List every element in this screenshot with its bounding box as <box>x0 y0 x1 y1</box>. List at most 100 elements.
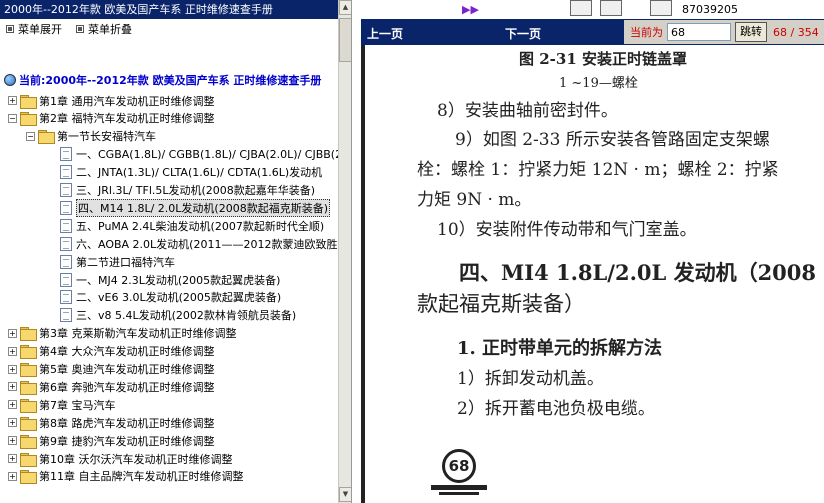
expand-icon[interactable]: + <box>8 382 17 392</box>
folder-icon <box>20 416 37 431</box>
step-9-line-1: 9）如图 2-33 所示安装各管路固定支架螺 <box>455 130 770 150</box>
section-heading-line-2: 款起福克斯装备） <box>417 292 585 316</box>
step-10: 10）安装附件传动带和气门室盖。 <box>437 220 697 240</box>
expand-icon[interactable]: + <box>8 471 17 481</box>
tree-folder[interactable]: − 第2章 福特汽车发动机正时维修调整 <box>8 110 338 127</box>
tree-folder[interactable]: − 第一节长安福特汽车 <box>26 128 338 145</box>
document-number: 87039205 <box>682 3 738 16</box>
folder-icon <box>20 434 37 449</box>
tree-leaf[interactable]: 二、vE6 3.0L发动机(2005款起翼虎装备) <box>60 289 338 306</box>
collapse-icon[interactable]: − <box>8 113 17 123</box>
current-location-text: 当前:2000年--2012年款 欧美及国产车系 正时维修速查手册 <box>19 74 322 87</box>
expand-icon[interactable]: + <box>8 454 17 463</box>
tree-pane-title: 2000年--2012年款 欧美及国产车系 正时维修速查手册 <box>0 0 338 19</box>
folder-icon <box>20 452 37 467</box>
tree-folder[interactable]: + 第5章 奥迪汽车发动机正时维修调整 <box>8 361 338 378</box>
folder-icon <box>20 112 37 127</box>
expand-icon[interactable]: + <box>8 96 17 105</box>
removal-step-1: 1）拆卸发动机盖。 <box>457 369 604 389</box>
tree-item-label: 第10章 沃尔沃汽车发动机正时维修调整 <box>39 452 233 466</box>
subsection-heading: 1. 正时带单元的拆解方法 <box>457 338 663 359</box>
tree-folder[interactable]: + 第1章 通用汽车发动机正时维修调整 <box>8 92 338 109</box>
page-jump-box: 当前为 跳转 68 / 354 <box>624 20 824 44</box>
collapse-menu-button[interactable]: 菜单折叠 <box>88 21 132 37</box>
jump-button[interactable]: 跳转 <box>735 22 767 42</box>
document-icon <box>60 218 72 233</box>
removal-step-2: 2）拆开蓄电池负极电缆。 <box>457 399 655 419</box>
collapse-icon[interactable]: − <box>26 131 35 141</box>
tree-scrollbar[interactable]: ▲ ▼ <box>338 0 351 503</box>
next-page-link[interactable]: 下一页 <box>505 25 541 42</box>
purple-arrow-icon: ▶▶ <box>462 3 479 16</box>
page-number-badge: 68 <box>431 447 487 503</box>
document-icon <box>60 254 72 269</box>
tree-folder[interactable]: + 第10章 沃尔沃汽车发动机正时维修调整 <box>8 450 338 467</box>
document-icon <box>60 200 72 215</box>
tree-leaf[interactable]: 一、MJ4 2.3L发动机(2005款起翼虎装备) <box>60 271 338 288</box>
folder-icon <box>20 470 37 485</box>
tree-item-label: 三、v8 5.4L发动机(2002款林肯领航员装备) <box>76 309 297 323</box>
page-number: 68 <box>442 449 476 483</box>
document-icon <box>60 183 72 197</box>
collapse-menu-icon[interactable] <box>76 25 84 33</box>
tree-leaf[interactable]: 一、CGBA(1.8L)/ CGBB(1.8L)/ CJBA(2.0L)/ CJ… <box>60 146 338 163</box>
folder-icon <box>20 327 37 342</box>
tree-item-label: 第5章 奥迪汽车发动机正时维修调整 <box>39 363 215 376</box>
scroll-up-icon[interactable]: ▲ <box>339 0 351 15</box>
scrollbar-thumb[interactable] <box>339 18 351 62</box>
expand-menu-button[interactable]: 菜单展开 <box>18 21 62 37</box>
tree-item-label: 三、JRl.3L/ TFl.5L发动机(2008款起嘉年华装备) <box>76 184 316 197</box>
tree-folder[interactable]: + 第6章 奔驰汽车发动机正时维修调整 <box>8 378 338 395</box>
expand-icon[interactable]: + <box>8 328 17 338</box>
tree-item-label: 第一节长安福特汽车 <box>57 130 156 144</box>
top-strip: ▶▶ 87039205 <box>352 0 824 19</box>
tree-leaf[interactable]: 二、JNTA(1.3L)/ CLTA(1.6L)/ CDTA(1.6L)发动机 <box>60 164 338 181</box>
tree-toolbar: 菜单展开 菜单折叠 <box>0 19 338 59</box>
tree-item-label: 第9章 捷豹汽车发动机正时维修调整 <box>39 434 215 448</box>
tree-leaf[interactable]: 六、AOBA 2.0L发动机(2011——2012款蒙迪欧致胜) <box>60 235 338 252</box>
tree-folder[interactable]: + 第3章 克莱斯勒汽车发动机正时维修调整 <box>8 325 338 342</box>
tree-folder[interactable]: + 第11章 自主品牌汽车发动机正时维修调整 <box>8 468 338 485</box>
expand-menu-icon[interactable] <box>6 25 14 33</box>
tree-leaf[interactable]: 三、v8 5.4L发动机(2002款林肯领航员装备) <box>60 307 338 324</box>
folder-icon <box>38 130 55 145</box>
tree-leaf[interactable]: 第二节进口福特汽车 <box>60 253 338 270</box>
tree-item-label: 四、M14 1.8L/ 2.0L发动机(2008款起福克斯装备) <box>76 198 331 217</box>
document-icon <box>60 272 72 287</box>
expand-icon[interactable]: + <box>8 436 17 446</box>
tree-item-label: 六、AOBA 2.0L发动机(2011——2012款蒙迪欧致胜) <box>76 237 338 251</box>
folder-icon <box>20 94 37 109</box>
globe-icon <box>4 74 16 86</box>
first-page-icon[interactable] <box>570 0 592 16</box>
next-page-icon[interactable] <box>650 0 672 16</box>
tree-folder[interactable]: + 第4章 大众汽车发动机正时维修调整 <box>8 343 338 360</box>
step-9-line-2: 栓：螺栓 1：拧紧力矩 12N · m；螺栓 2：拧紧 <box>417 160 779 180</box>
tree-item-label: 五、PuMA 2.4L柴油发动机(2007款起新时代全顺) <box>76 219 325 233</box>
figure-legend: 1 ~19—螺栓 <box>559 76 638 91</box>
tree-leaf[interactable]: 四、M14 1.8L/ 2.0L发动机(2008款起福克斯装备) <box>60 198 338 217</box>
expand-icon[interactable]: + <box>8 364 17 374</box>
scroll-down-icon[interactable]: ▼ <box>339 487 351 502</box>
document-icon <box>60 147 72 162</box>
tree-item-label: 第6章 奔驰汽车发动机正时维修调整 <box>39 380 215 394</box>
tree-folder[interactable]: + 第8章 路虎汽车发动机正时维修调整 <box>8 414 338 431</box>
tree-leaf[interactable]: 五、PuMA 2.4L柴油发动机(2007款起新时代全顺) <box>60 217 338 234</box>
prev-page-link[interactable]: 上一页 <box>367 25 403 42</box>
expand-icon[interactable]: + <box>8 418 17 428</box>
expand-icon[interactable]: + <box>8 346 17 356</box>
figure-caption: 图 2-31 安装正时链盖罩 <box>519 50 687 68</box>
tree-item-label: 第8章 路虎汽车发动机正时维修调整 <box>39 416 215 430</box>
document-icon <box>60 290 72 305</box>
expand-icon[interactable]: + <box>8 400 17 410</box>
tree-folder[interactable]: + 第9章 捷豹汽车发动机正时维修调整 <box>8 432 338 449</box>
tree-leaf[interactable]: 三、JRl.3L/ TFl.5L发动机(2008款起嘉年华装备) <box>60 182 338 199</box>
step-8: 8）安装曲轴前密封件。 <box>437 101 618 121</box>
tree-item-label: 第7章 宝马汽车 <box>39 398 116 412</box>
page-number-input[interactable] <box>667 23 731 41</box>
step-9-line-3: 力矩 9N · m。 <box>417 190 532 210</box>
tree-folder[interactable]: + 第7章 宝马汽车 <box>8 396 338 413</box>
prev-page-icon[interactable] <box>600 0 622 16</box>
tree-item-label: 一、CGBA(1.8L)/ CGBB(1.8L)/ CJBA(2.0L)/ CJ… <box>76 148 338 162</box>
page-edge <box>361 45 365 503</box>
document-icon <box>60 236 72 251</box>
